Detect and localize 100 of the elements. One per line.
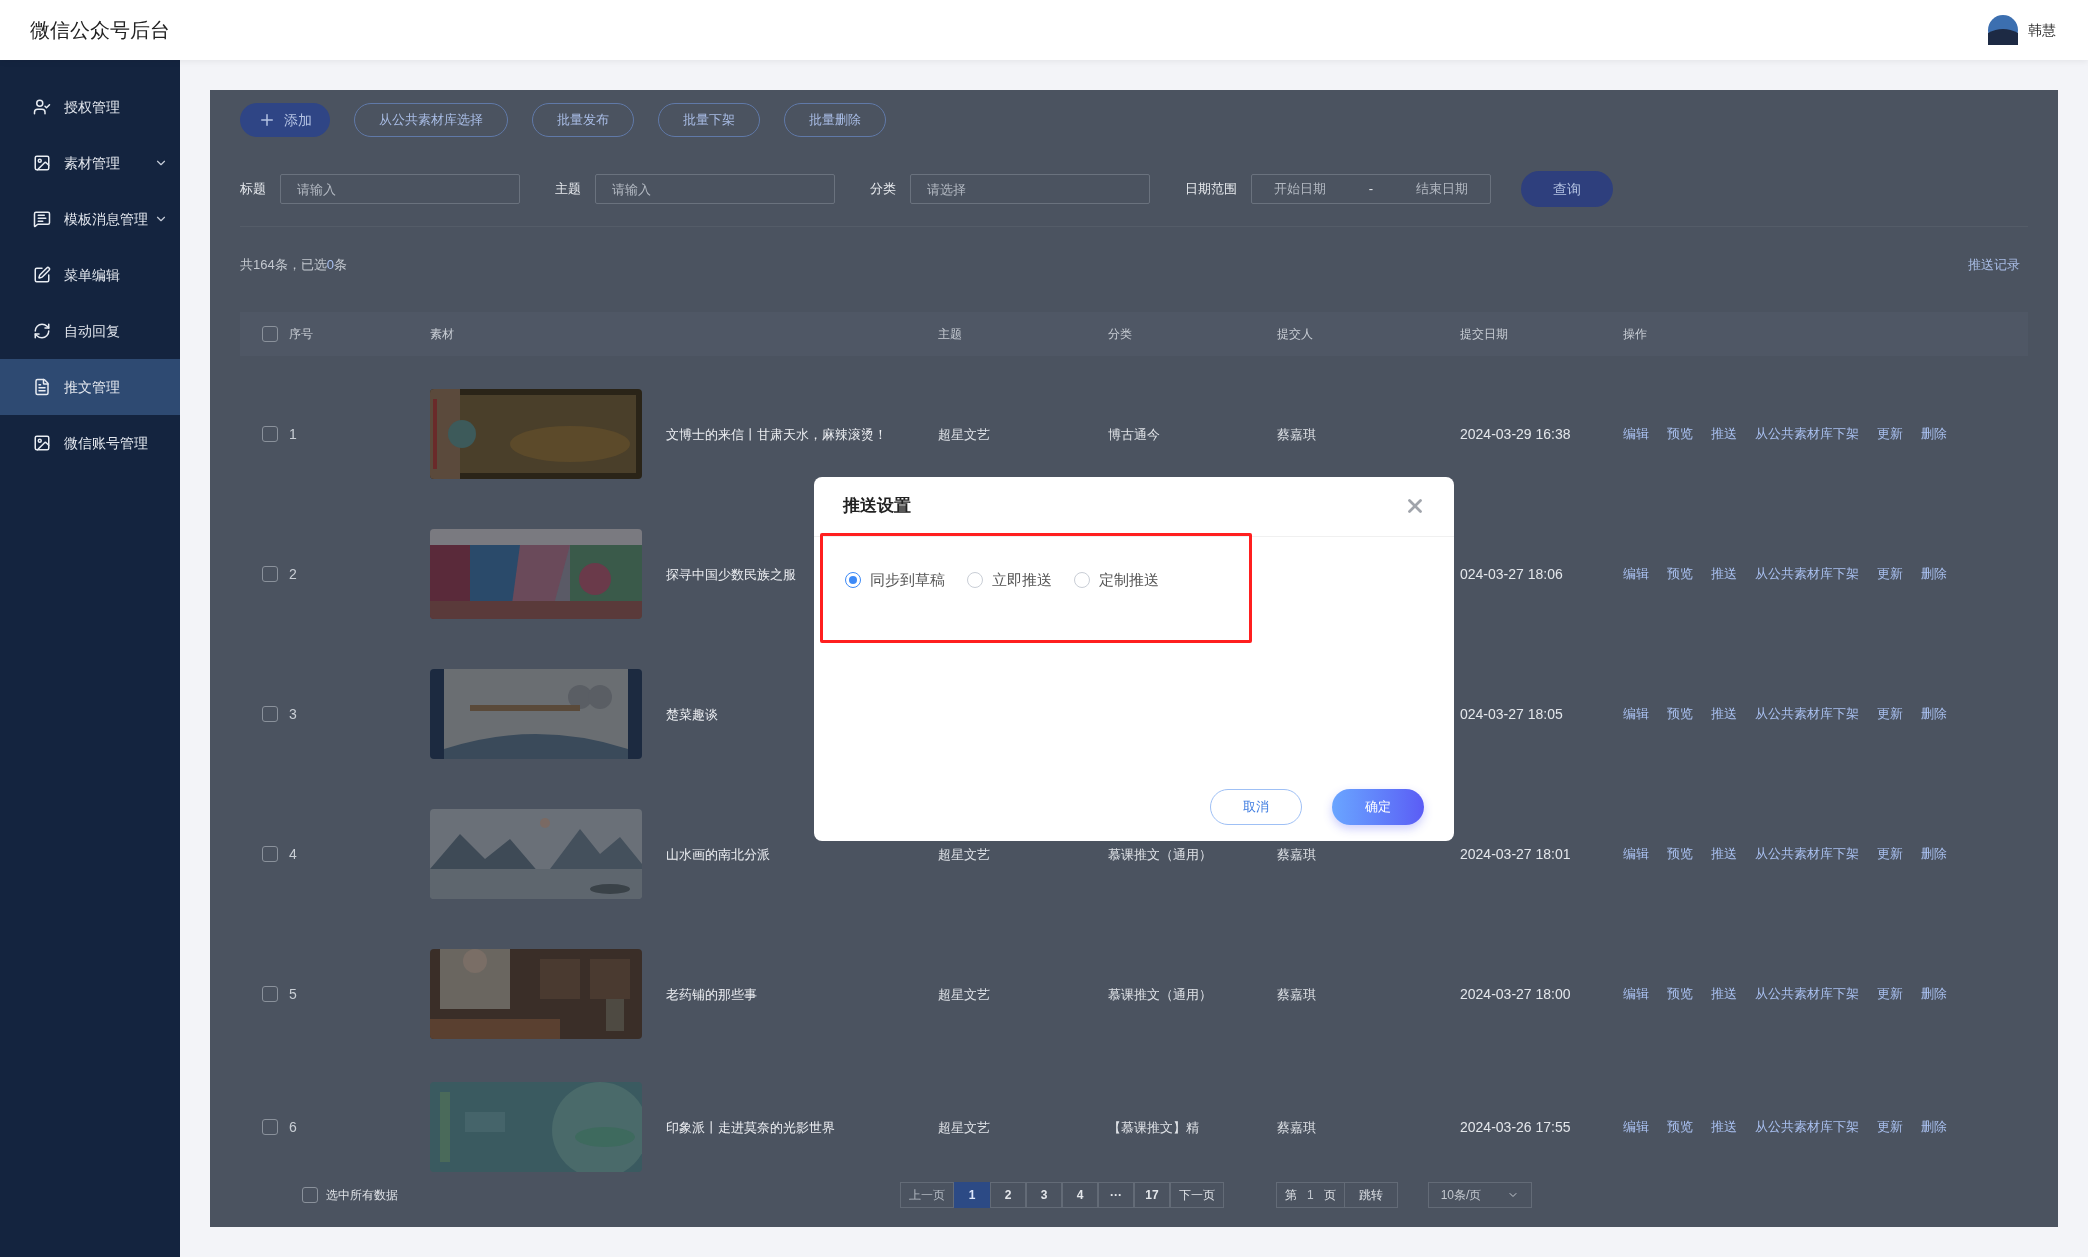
radio-option[interactable]: 同步到草稿 [845,568,945,591]
table-cell: 超星文艺 [938,846,990,862]
action-link[interactable]: 推送 [1711,1117,1737,1137]
action-link[interactable]: 删除 [1921,844,1947,864]
action-link[interactable]: 更新 [1877,564,1903,584]
push-record-link[interactable]: 推送记录 [1968,255,2020,275]
action-link[interactable]: 删除 [1921,704,1947,724]
select-all-checkbox[interactable] [302,1187,318,1203]
action-link[interactable]: 预览 [1667,704,1693,724]
action-link[interactable]: 编辑 [1623,1117,1649,1137]
action-link[interactable]: 推送 [1711,424,1737,444]
row-number: 1 [289,424,297,444]
column-header: 分类 [1108,327,1132,341]
action-link[interactable]: 预览 [1667,844,1693,864]
action-link[interactable]: 预览 [1667,1117,1693,1137]
action-link[interactable]: 更新 [1877,424,1903,444]
action-link[interactable]: 编辑 [1623,844,1649,864]
action-link[interactable]: 推送 [1711,844,1737,864]
action-link[interactable]: 从公共素材库下架 [1755,984,1859,1004]
action-link[interactable]: 更新 [1877,704,1903,724]
filter-label: 主题 [555,180,581,199]
action-link[interactable]: 更新 [1877,1117,1903,1137]
prev-page-button[interactable]: 上一页 [900,1182,954,1208]
action-link[interactable]: 推送 [1711,704,1737,724]
sidebar-item[interactable]: 推文管理 [0,359,180,415]
select-all-label[interactable]: 选中所有数据 [326,1186,398,1204]
row-checkbox[interactable] [262,706,278,722]
date-range-field[interactable]: 开始日期 - 结束日期 [1251,174,1491,204]
row-checkbox[interactable] [262,1119,278,1135]
column-header: 序号 [289,326,313,343]
page-input[interactable]: 1 [1297,1186,1324,1204]
action-link[interactable]: 更新 [1877,844,1903,864]
sidebar-item[interactable]: 模板消息管理 [0,191,180,247]
row-checkbox[interactable] [262,986,278,1002]
action-link[interactable]: 从公共素材库下架 [1755,1117,1859,1137]
sidebar-item[interactable]: 授权管理 [0,79,180,135]
article-title: 文博士的来信丨甘肃天水，麻辣滚烫！ [666,426,887,442]
action-link[interactable]: 预览 [1667,424,1693,444]
sidebar-item[interactable]: 素材管理 [0,135,180,191]
sidebar-item[interactable]: 菜单编辑 [0,247,180,303]
select-all-checkbox[interactable] [262,326,278,342]
action-link[interactable]: 编辑 [1623,984,1649,1004]
column-header: 操作 [1623,327,1647,341]
radio-option[interactable]: 立即推送 [967,568,1052,591]
action-link[interactable]: 预览 [1667,984,1693,1004]
action-link[interactable]: 从公共素材库下架 [1755,424,1859,444]
input-field[interactable]: 请输入 [595,174,835,204]
action-link[interactable]: 从公共素材库下架 [1755,564,1859,584]
action-link[interactable]: 删除 [1921,424,1947,444]
input-field[interactable]: 请输入 [280,174,520,204]
action-link[interactable]: 删除 [1921,1117,1947,1137]
next-page-button[interactable]: 下一页 [1170,1182,1224,1208]
action-link[interactable]: 删除 [1921,984,1947,1004]
image-icon [33,154,51,172]
action-link[interactable]: 推送 [1711,984,1737,1004]
table-cell: 蔡嘉琪 [1277,846,1316,862]
confirm-button[interactable]: 确定 [1332,788,1424,825]
goto-button[interactable]: 跳转 [1343,1183,1397,1207]
date-cell: 2024-03-26 17:55 [1460,1118,1571,1135]
goto-label: 页 [1323,1187,1337,1204]
table-cell: 慕课推文（通用） [1108,846,1212,862]
row-number: 5 [289,984,297,1004]
column-header: 提交人 [1277,327,1313,341]
date-cell: 024-03-27 18:05 [1460,705,1563,722]
page-button[interactable]: ··· [1098,1182,1134,1208]
user-name[interactable]: 韩慧 [2028,19,2056,41]
goto-label: 第 [1284,1187,1297,1204]
radio-option[interactable]: 定制推送 [1074,568,1159,591]
page-button[interactable]: 17 [1134,1182,1170,1208]
row-checkbox[interactable] [262,846,278,862]
action-link[interactable]: 推送 [1711,564,1737,584]
page-button[interactable]: 2 [990,1182,1026,1208]
page-size-select[interactable]: 10条/页 [1427,1182,1532,1208]
row-number: 6 [289,1117,297,1137]
add-button[interactable]: 添加 [240,103,330,137]
filter-label: 标题 [240,180,266,199]
page-button[interactable]: 1 [954,1182,990,1208]
search-button[interactable]: 查询 [1521,171,1613,207]
page-button[interactable]: 4 [1062,1182,1098,1208]
app-title: 微信公众号后台 [30,18,170,43]
article-title: 探寻中国少数民族之服 [666,566,796,582]
action-link[interactable]: 编辑 [1623,564,1649,584]
action-link[interactable]: 更新 [1877,984,1903,1004]
select-field[interactable]: 请选择 [910,174,1150,204]
article-title: 山水画的南北分派 [666,846,770,862]
row-checkbox[interactable] [262,566,278,582]
sidebar-item[interactable]: 微信账号管理 [0,415,180,471]
sidebar-item[interactable]: 自动回复 [0,303,180,359]
action-link[interactable]: 从公共素材库下架 [1755,844,1859,864]
table-cell: 超星文艺 [938,986,990,1002]
table-cell: 博古通今 [1108,426,1160,442]
action-link[interactable]: 编辑 [1623,424,1649,444]
page-button[interactable]: 3 [1026,1182,1062,1208]
action-link[interactable]: 删除 [1921,564,1947,584]
action-link[interactable]: 编辑 [1623,704,1649,724]
avatar[interactable] [1988,15,2018,45]
action-link[interactable]: 预览 [1667,564,1693,584]
row-checkbox[interactable] [262,426,278,442]
action-link[interactable]: 从公共素材库下架 [1755,704,1859,724]
row-number: 3 [289,704,297,724]
